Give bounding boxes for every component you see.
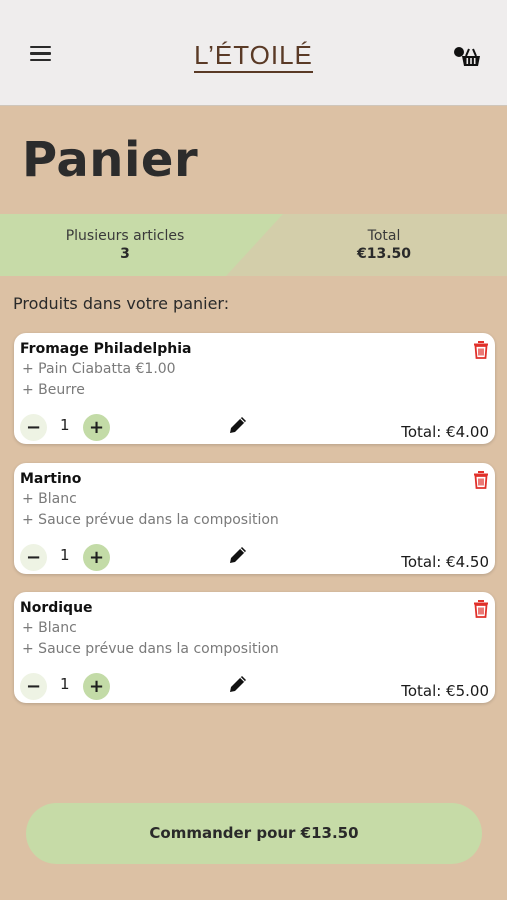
cart-item-card: Martino + Blanc + Sauce prévue dans la c… xyxy=(14,463,495,574)
cart-item-option: + Pain Ciabatta €1.00 xyxy=(22,361,176,377)
page-title: Panier xyxy=(22,132,199,188)
increase-quantity-button[interactable]: + xyxy=(83,544,110,571)
total-summary: Total €13.50 xyxy=(300,228,468,262)
cart-summary-bar: Plusieurs articles 3 Total €13.50 xyxy=(0,214,507,276)
cart-item-card: Fromage Philadelphia + Pain Ciabatta €1.… xyxy=(14,333,495,444)
trash-icon[interactable] xyxy=(473,600,489,618)
trash-icon[interactable] xyxy=(473,471,489,489)
brand-logo-text: L’ÉTOILÉ xyxy=(194,40,313,73)
pencil-edit-icon[interactable] xyxy=(227,673,249,695)
cart-item-name: Nordique xyxy=(20,600,93,616)
increase-quantity-button[interactable]: + xyxy=(83,414,110,441)
app-header: L’ÉTOILÉ xyxy=(0,0,507,106)
pencil-edit-icon[interactable] xyxy=(227,544,249,566)
cart-item-name: Martino xyxy=(20,471,82,487)
decrease-quantity-button[interactable]: − xyxy=(20,673,47,700)
section-label: Produits dans votre panier: xyxy=(13,294,230,313)
cart-item-option: + Blanc xyxy=(22,620,77,636)
cart-item-total: Total: €4.50 xyxy=(401,553,489,571)
total-summary-value: €13.50 xyxy=(356,246,412,262)
quantity-value: 1 xyxy=(60,416,70,434)
total-summary-label: Total xyxy=(367,228,401,244)
quantity-value: 1 xyxy=(60,675,70,693)
cart-item-total: Total: €5.00 xyxy=(401,682,489,700)
quantity-value: 1 xyxy=(60,546,70,564)
trash-icon[interactable] xyxy=(473,341,489,359)
cart-item-card: Nordique + Blanc + Sauce prévue dans la … xyxy=(14,592,495,703)
items-summary-label: Plusieurs articles xyxy=(65,228,185,244)
cart-item-option: + Beurre xyxy=(22,382,85,398)
cart-item-total: Total: €4.00 xyxy=(401,423,489,441)
decrease-quantity-button[interactable]: − xyxy=(20,544,47,571)
pencil-edit-icon[interactable] xyxy=(227,414,249,436)
items-count: 3 xyxy=(120,246,130,262)
brand-logo[interactable]: L’ÉTOILÉ xyxy=(0,40,507,73)
cart-item-name: Fromage Philadelphia xyxy=(20,341,192,357)
cart-item-option: + Sauce prévue dans la composition xyxy=(22,512,279,528)
decrease-quantity-button[interactable]: − xyxy=(20,414,47,441)
checkout-order-button[interactable]: Commander pour €13.50 xyxy=(26,803,482,864)
basket-icon[interactable] xyxy=(452,44,484,72)
cart-item-option: + Sauce prévue dans la composition xyxy=(22,641,279,657)
cart-item-option: + Blanc xyxy=(22,491,77,507)
items-summary: Plusieurs articles 3 xyxy=(40,228,210,262)
increase-quantity-button[interactable]: + xyxy=(83,673,110,700)
